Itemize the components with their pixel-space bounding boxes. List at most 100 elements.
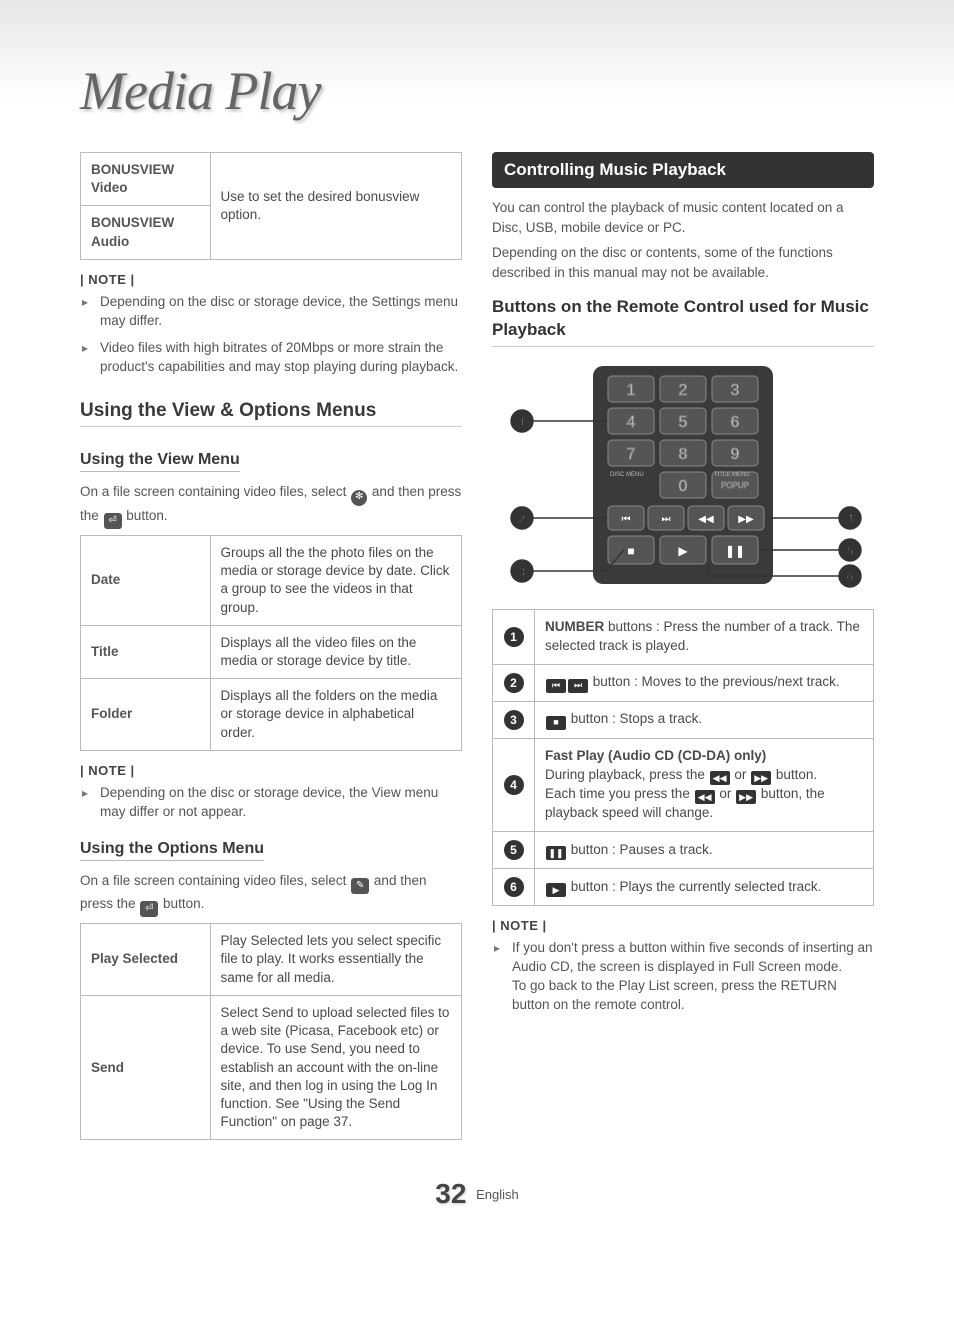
- view-menu-intro: On a file screen containing video files,…: [80, 482, 462, 529]
- svg-text:2: 2: [679, 382, 688, 399]
- view-title-desc: Displays all the video files on the medi…: [210, 625, 461, 678]
- note-list: Depending on the disc or storage device,…: [80, 784, 462, 822]
- note-item: Depending on the disc or storage device,…: [96, 293, 462, 331]
- view-folder-key: Folder: [81, 679, 211, 751]
- page-title: Media Play: [80, 60, 874, 122]
- bonusview-table: BONUSVIEW Video Use to set the desired b…: [80, 152, 462, 260]
- table-row: Send Select Send to upload selected file…: [81, 995, 462, 1140]
- svg-text:⏭: ⏭: [662, 514, 671, 525]
- bonusview-desc: Use to set the desired bonusview option.: [210, 153, 461, 260]
- view-title-key: Title: [81, 625, 211, 678]
- callout-3-text: ■ button : Stops a track.: [535, 701, 874, 738]
- svg-text:6: 6: [847, 570, 854, 584]
- prev-track-icon: ⏮: [546, 679, 566, 693]
- svg-text:TITLE MENU: TITLE MENU: [714, 472, 750, 478]
- opt-send-key: Send: [81, 995, 211, 1140]
- table-row: Play Selected Play Selected lets you sel…: [81, 924, 462, 996]
- table-row: 6 ▶ button : Plays the currently selecte…: [493, 869, 874, 906]
- svg-text:DISC MENU: DISC MENU: [610, 472, 644, 478]
- callout-num-6: 6: [504, 877, 524, 897]
- options-icon: ✎: [351, 878, 369, 894]
- heading-options-menu: Using the Options Menu: [80, 840, 264, 861]
- svg-text:6: 6: [731, 414, 740, 431]
- callout-4-text: Fast Play (Audio CD (CD-DA) only) During…: [535, 738, 874, 831]
- enter-icon: ⏎: [140, 901, 158, 917]
- table-row: 5 ❚❚ button : Pauses a track.: [493, 832, 874, 869]
- intro-p1: You can control the playback of music co…: [492, 198, 874, 237]
- intro-p2: Depending on the disc or contents, some …: [492, 243, 874, 282]
- callout-num-3: 3: [504, 710, 524, 730]
- page-footer: 32 English: [80, 1178, 874, 1210]
- table-row: Date Groups all the the photo files on t…: [81, 535, 462, 625]
- view-date-key: Date: [81, 535, 211, 625]
- table-row: 4 Fast Play (Audio CD (CD-DA) only) Duri…: [493, 738, 874, 831]
- fast-forward-icon: ▶▶: [736, 790, 756, 804]
- table-row: Folder Displays all the folders on the m…: [81, 679, 462, 751]
- svg-text:3: 3: [731, 382, 740, 399]
- section-bar-controlling-music: Controlling Music Playback: [492, 152, 874, 188]
- page-language: English: [476, 1187, 519, 1202]
- intro-text: On a file screen containing video files,…: [80, 873, 350, 888]
- table-row: 3 ■ button : Stops a track.: [493, 701, 874, 738]
- note-label: | NOTE |: [492, 918, 874, 933]
- opt-playselected-key: Play Selected: [81, 924, 211, 996]
- intro-text: button.: [163, 896, 204, 911]
- callout-num-4: 4: [504, 775, 524, 795]
- note-item: If you don't press a button within five …: [508, 939, 874, 1015]
- note-list: Depending on the disc or storage device,…: [80, 293, 462, 377]
- opt-playselected-desc: Play Selected lets you select specific f…: [210, 924, 461, 996]
- svg-text:◀◀: ◀◀: [698, 514, 714, 525]
- svg-text:1: 1: [519, 415, 526, 429]
- svg-text:▶: ▶: [678, 544, 688, 558]
- bonusview-video-key: BONUSVIEW Video: [81, 153, 211, 206]
- options-menu-intro: On a file screen containing video files,…: [80, 871, 462, 918]
- svg-text:▶▶: ▶▶: [738, 514, 754, 525]
- note-label: | NOTE |: [80, 763, 462, 778]
- view-menu-table: Date Groups all the the photo files on t…: [80, 535, 462, 751]
- svg-text:POPUP: POPUP: [721, 481, 749, 490]
- note-item: Video files with high bitrates of 20Mbps…: [96, 339, 462, 377]
- svg-text:5: 5: [847, 544, 854, 558]
- svg-text:7: 7: [627, 446, 636, 463]
- svg-text:⏮: ⏮: [622, 514, 631, 525]
- right-column: Controlling Music Playback You can contr…: [492, 152, 874, 1150]
- note-label: | NOTE |: [80, 272, 462, 287]
- play-icon: ▶: [546, 883, 566, 897]
- svg-text:3: 3: [519, 565, 526, 579]
- options-menu-table: Play Selected Play Selected lets you sel…: [80, 923, 462, 1140]
- svg-text:❚❚: ❚❚: [725, 544, 745, 558]
- next-track-icon: ⏭: [568, 679, 588, 693]
- callout-5-text: ❚❚ button : Pauses a track.: [535, 832, 874, 869]
- view-switch-icon: ✻: [351, 490, 367, 506]
- svg-text:1: 1: [627, 382, 636, 399]
- svg-text:9: 9: [731, 446, 740, 463]
- callout-6-text: ▶ button : Plays the currently selected …: [535, 869, 874, 906]
- svg-text:4: 4: [627, 414, 636, 431]
- callout-1-text: NUMBER buttons : Press the number of a t…: [535, 610, 874, 665]
- rewind-icon: ◀◀: [710, 771, 730, 785]
- svg-text:5: 5: [679, 414, 688, 431]
- svg-text:8: 8: [679, 446, 688, 463]
- note-list: If you don't press a button within five …: [492, 939, 874, 1015]
- callout-num-2: 2: [504, 673, 524, 693]
- callout-2-text: ⏮⏭ button : Moves to the previous/next t…: [535, 664, 874, 701]
- intro-text: button.: [126, 508, 167, 523]
- enter-icon: ⏎: [104, 513, 122, 529]
- page-number: 32: [435, 1178, 466, 1209]
- table-row: 1 NUMBER buttons : Press the number of a…: [493, 610, 874, 665]
- intro-text: On a file screen containing video files,…: [80, 484, 350, 499]
- stop-icon: ■: [546, 716, 566, 730]
- remote-diagram: 1 2 3 4 5 6 7 8 9 0 POPUP DISC MENU TITL…: [492, 361, 874, 591]
- fast-play-heading: Fast Play (Audio CD (CD-DA) only): [545, 748, 766, 763]
- heading-view-menu: Using the View Menu: [80, 451, 240, 472]
- callout-num-1: 1: [504, 627, 524, 647]
- svg-text:4: 4: [847, 512, 854, 526]
- heading-view-options: Using the View & Options Menus: [80, 400, 462, 422]
- svg-text:2: 2: [519, 512, 526, 526]
- table-row: Title Displays all the video files on th…: [81, 625, 462, 678]
- opt-send-desc: Select Send to upload selected files to …: [210, 995, 461, 1140]
- fast-forward-icon: ▶▶: [751, 771, 771, 785]
- table-row: 2 ⏮⏭ button : Moves to the previous/next…: [493, 664, 874, 701]
- note-item: Depending on the disc or storage device,…: [96, 784, 462, 822]
- rewind-icon: ◀◀: [695, 790, 715, 804]
